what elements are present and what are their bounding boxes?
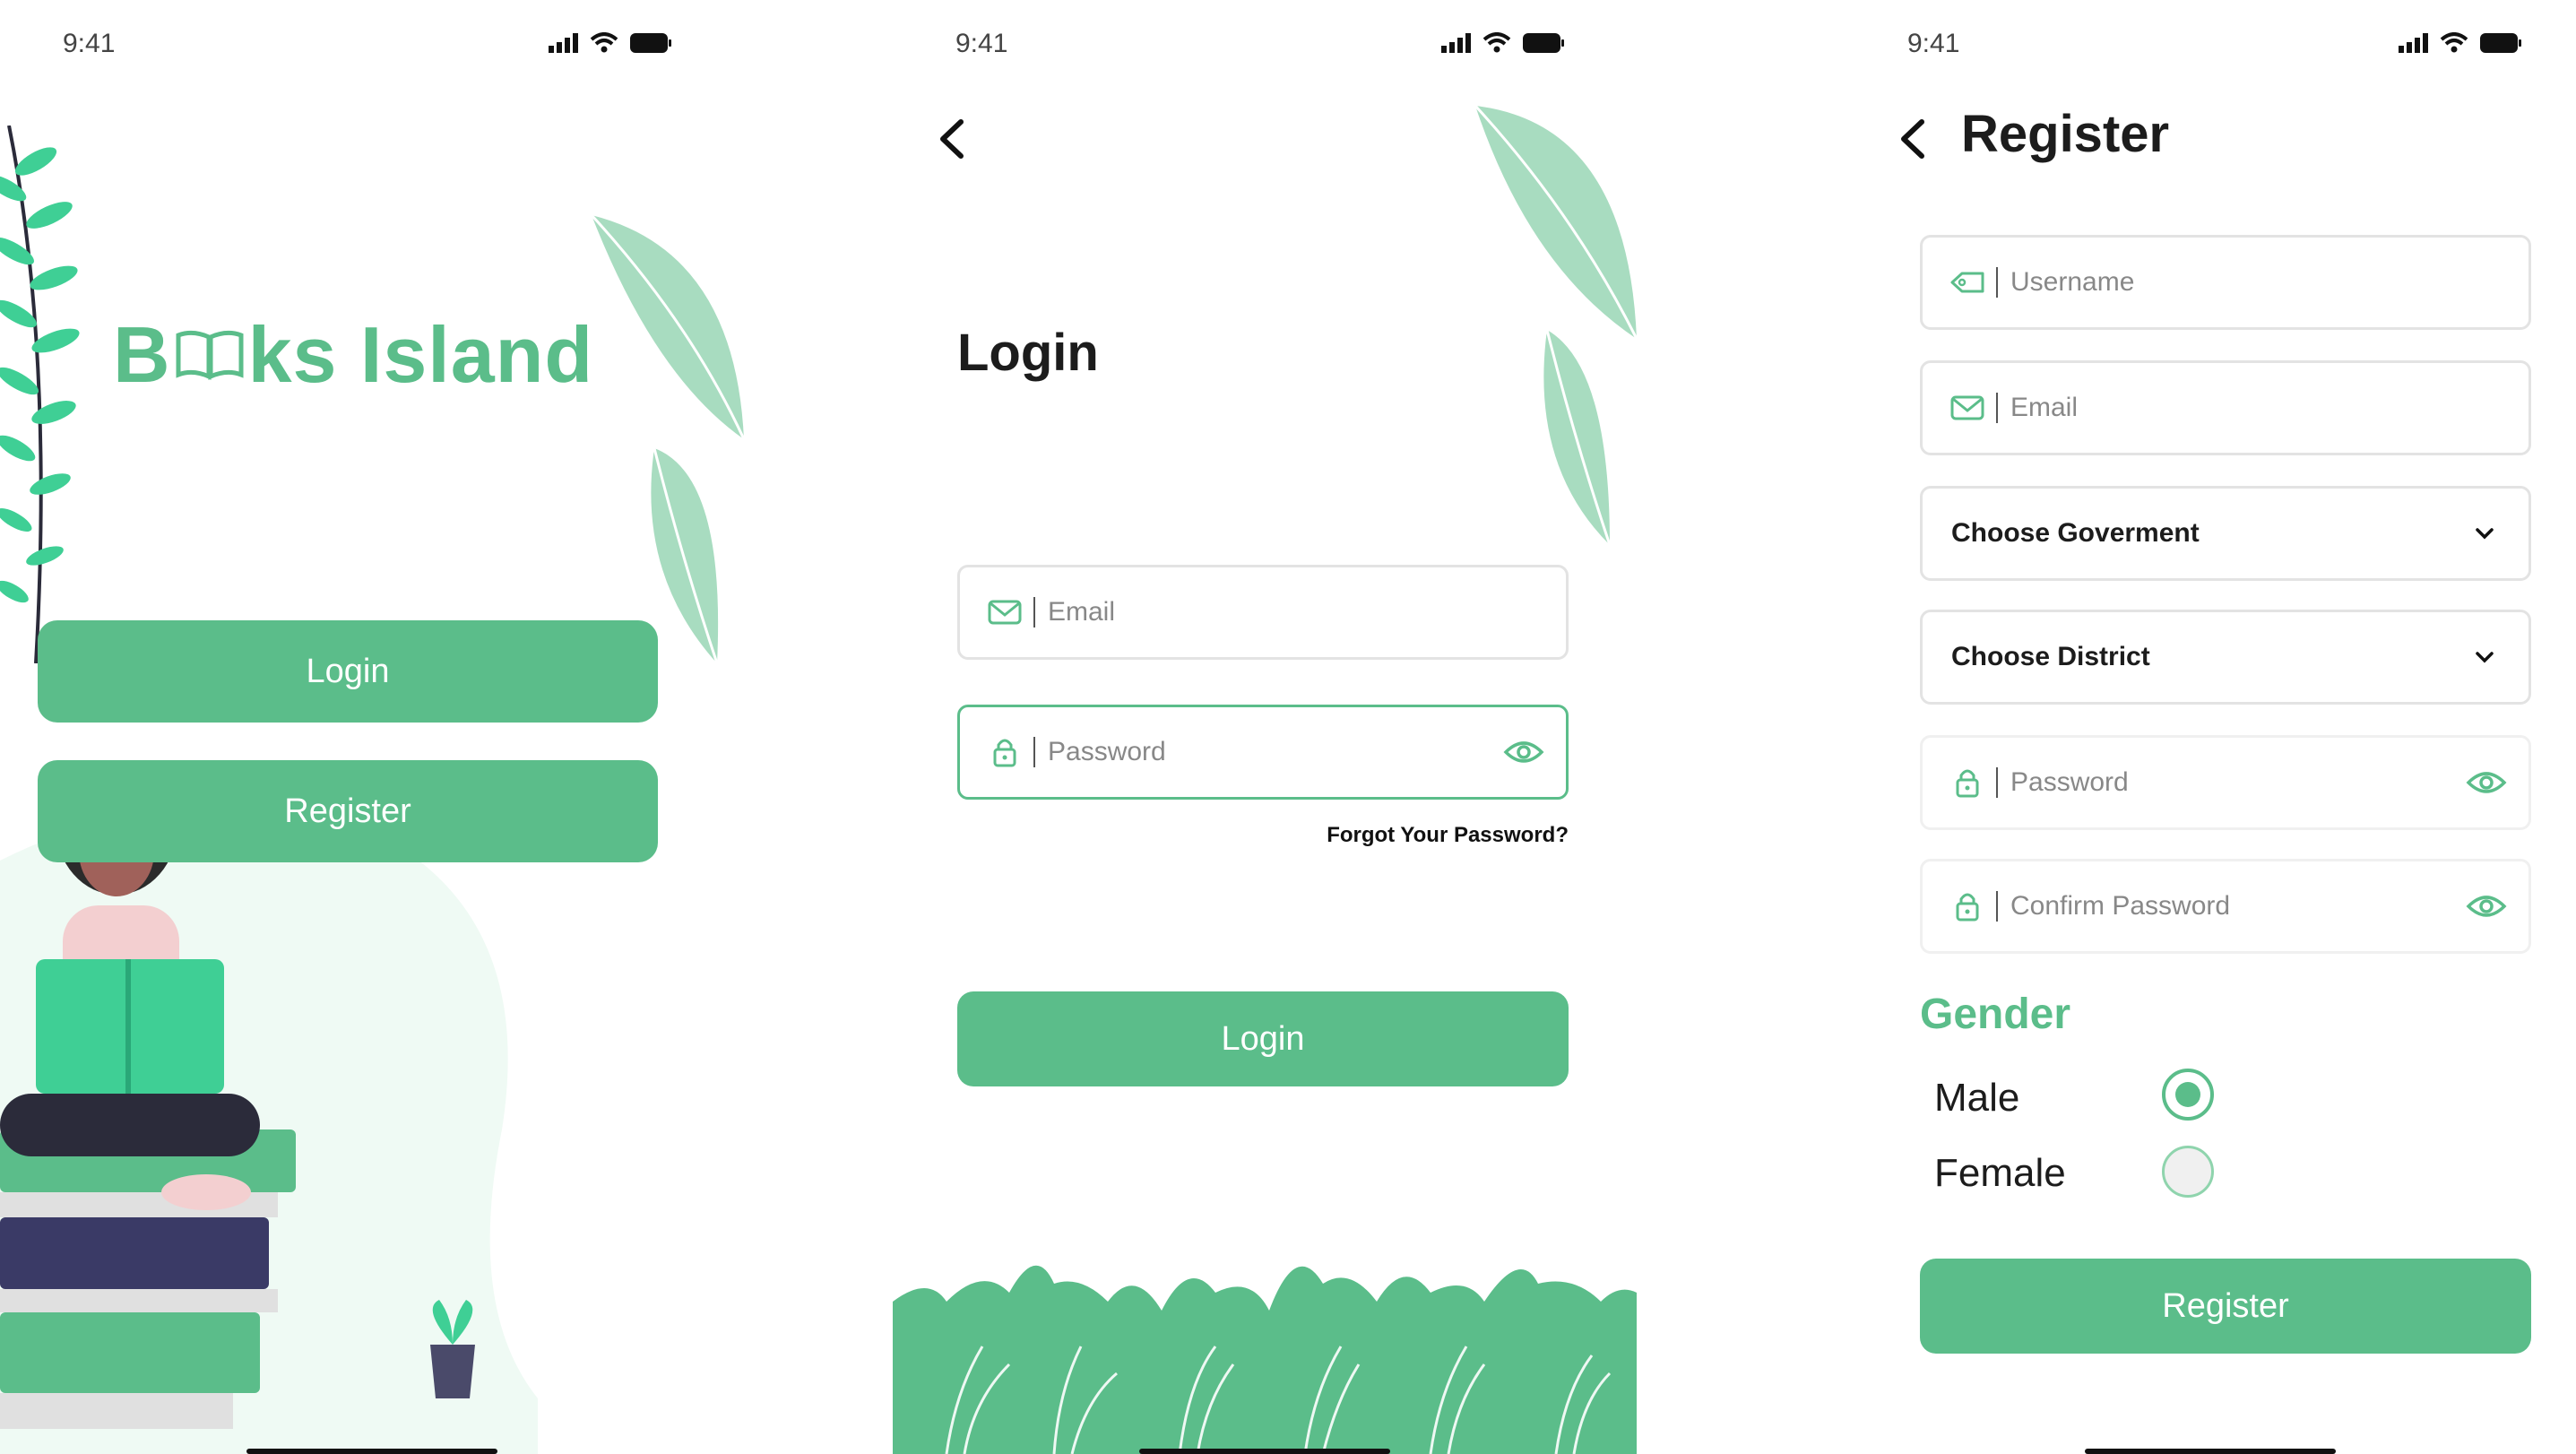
field-separator	[1996, 767, 1998, 798]
password-placeholder: Password	[2010, 767, 2129, 797]
gender-title: Gender	[1920, 991, 2071, 1038]
page-title: Register	[1961, 105, 2170, 163]
welcome-screen: 9:41 B ks Island Login Register	[0, 0, 744, 1454]
gender-label-female: Female	[1934, 1151, 2066, 1195]
mail-icon	[1950, 395, 1984, 420]
grass-icon	[893, 1265, 1637, 1454]
username-field[interactable]: Username	[1920, 235, 2531, 330]
eye-icon[interactable]	[2466, 766, 2507, 799]
login-button[interactable]: Login	[38, 620, 658, 723]
email-placeholder: Email	[1048, 597, 1116, 627]
district-select[interactable]: Choose District	[1920, 610, 2531, 705]
fern-icon	[0, 125, 80, 663]
home-indicator	[2085, 1449, 2336, 1454]
signal-icon	[549, 33, 578, 53]
chevron-down-icon	[2476, 652, 2494, 663]
login-screen: 9:41 Login Email Password Forgot Your Pa…	[893, 0, 1637, 1454]
password-field[interactable]: Password	[957, 705, 1569, 800]
email-field[interactable]: Email	[1920, 360, 2531, 455]
status-icons	[1441, 32, 1565, 54]
leaf-icon	[590, 215, 744, 663]
status-time: 9:41	[63, 29, 116, 58]
battery-icon	[2480, 33, 2521, 53]
email-field[interactable]: Email	[957, 565, 1569, 660]
field-separator	[1996, 267, 1998, 298]
field-separator	[1996, 891, 1998, 922]
wifi-icon	[2440, 32, 2468, 53]
register-screen: 9:41 Register Username Email Choose Gove…	[1845, 0, 2576, 1454]
home-indicator	[1139, 1449, 1390, 1454]
confirm-password-field[interactable]: Confirm Password	[1920, 859, 2531, 954]
lock-icon	[1956, 769, 1979, 798]
forgot-password-link[interactable]: Forgot Your Password?	[1327, 823, 1569, 848]
field-separator	[1996, 393, 1998, 423]
home-indicator	[246, 1449, 497, 1454]
gender-label-male: Male	[1934, 1076, 2020, 1120]
page-title: Login	[957, 324, 1099, 382]
leaf-icon	[1475, 106, 1637, 546]
eye-icon[interactable]	[1503, 736, 1544, 768]
login-submit-button[interactable]: Login	[957, 991, 1569, 1086]
password-placeholder: Password	[1048, 737, 1166, 766]
reader-illustration	[0, 771, 538, 1454]
district-select-value: Choose District	[1951, 642, 2150, 671]
status-time: 9:41	[1907, 29, 1960, 58]
wifi-icon	[1482, 32, 1511, 53]
battery-icon	[1523, 33, 1564, 53]
signal-icon	[1441, 33, 1471, 53]
confirm-password-placeholder: Confirm Password	[2010, 891, 2231, 921]
eye-icon[interactable]	[2466, 890, 2507, 922]
field-separator	[1033, 597, 1035, 627]
lock-icon	[1956, 893, 1979, 922]
government-select[interactable]: Choose Goverment	[1920, 486, 2531, 581]
status-time: 9:41	[955, 29, 1008, 58]
email-placeholder: Email	[2010, 393, 2079, 422]
status-icons	[2399, 32, 2522, 54]
field-separator	[1033, 737, 1035, 767]
signal-icon	[2399, 33, 2428, 53]
book-icon	[176, 330, 244, 380]
user-tag-icon	[1950, 272, 1984, 293]
mail-icon	[988, 600, 1022, 625]
register-submit-button[interactable]: Register	[1920, 1259, 2531, 1354]
status-bar: 9:41	[893, 29, 1637, 65]
government-select-value: Choose Goverment	[1951, 518, 2200, 548]
status-icons	[549, 32, 672, 54]
username-placeholder: Username	[2010, 267, 2135, 297]
lock-icon	[993, 739, 1016, 767]
status-bar: 9:41	[1845, 29, 2576, 65]
wifi-icon	[590, 32, 618, 53]
back-arrow-icon[interactable]	[934, 117, 970, 161]
back-arrow-icon[interactable]	[1895, 117, 1931, 161]
gender-radio-female[interactable]	[2162, 1146, 2214, 1198]
gender-radio-male[interactable]	[2162, 1069, 2214, 1121]
brand-prefix: B	[113, 310, 171, 399]
register-button[interactable]: Register	[38, 760, 658, 862]
battery-icon	[630, 33, 671, 53]
app-logo: B ks Island	[113, 309, 593, 401]
brand-suffix: ks Island	[247, 310, 594, 399]
password-field[interactable]: Password	[1920, 735, 2531, 830]
chevron-down-icon	[2476, 528, 2494, 540]
status-bar: 9:41	[0, 29, 744, 65]
